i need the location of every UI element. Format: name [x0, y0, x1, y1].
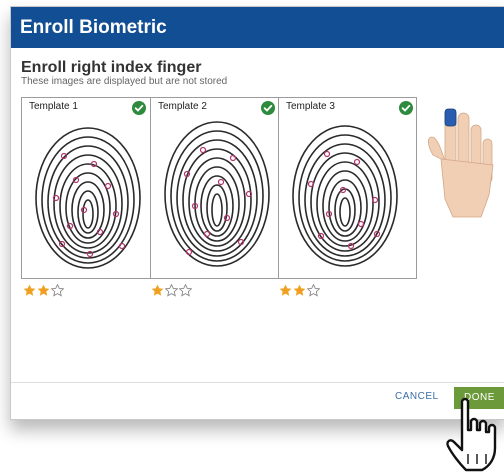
quality-rating-3	[279, 284, 320, 298]
dialog-title: Enroll Biometric	[11, 7, 504, 48]
template-card-3: Template 3	[278, 98, 417, 278]
template-card-2: Template 2	[150, 98, 279, 278]
template-card-1: Template 1	[22, 98, 150, 278]
star-empty-icon	[179, 284, 192, 297]
fingerprint-image	[164, 121, 270, 267]
template-label: Template 2	[158, 101, 207, 112]
check-circle-icon	[399, 101, 413, 115]
star-empty-icon	[307, 284, 320, 297]
star-filled-icon	[23, 284, 36, 296]
enroll-heading: Enroll right index finger	[21, 59, 202, 76]
enroll-biometric-dialog: Enroll Biometric Enroll right index fing…	[10, 6, 504, 420]
quality-rating-1	[23, 284, 64, 298]
quality-rating-2	[151, 284, 192, 298]
enroll-subheading: These images are displayed but are not s…	[21, 76, 228, 87]
star-filled-icon	[279, 284, 292, 296]
star-filled-icon	[293, 284, 306, 296]
footer-divider	[11, 382, 504, 383]
fingerprint-image	[292, 125, 398, 267]
star-empty-icon	[165, 284, 178, 297]
cancel-button[interactable]: CANCEL	[395, 391, 439, 402]
template-label: Template 3	[286, 101, 335, 112]
check-circle-icon	[261, 101, 275, 115]
star-filled-icon	[37, 284, 50, 296]
template-panel: Template 1 Template 2 Template 3	[21, 97, 417, 279]
template-label: Template 1	[29, 101, 78, 112]
fingerprint-image	[35, 127, 141, 269]
hand-icon	[427, 108, 494, 218]
star-empty-icon	[51, 284, 64, 297]
check-circle-icon	[132, 101, 146, 115]
hand-pointer-cursor-icon	[446, 397, 497, 472]
star-filled-icon	[151, 284, 164, 296]
